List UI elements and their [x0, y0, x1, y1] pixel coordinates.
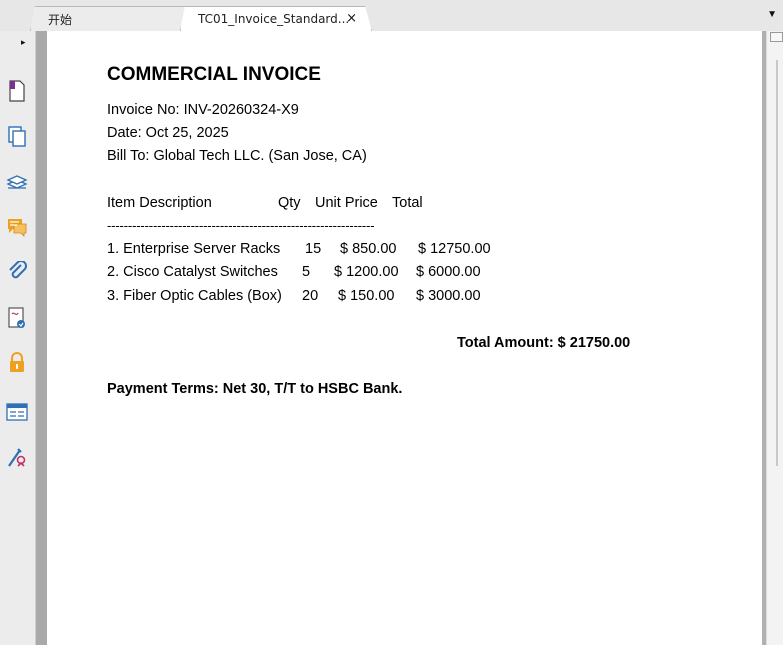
tab-document[interactable]: TC01_Invoice_Standard... × [180, 6, 372, 31]
vertical-scrollbar[interactable] [766, 31, 783, 645]
invoice-number: Invoice No: INV-20260324-X9 [107, 102, 299, 118]
item-unit-price: $ 850.00 [340, 241, 397, 257]
item-qty: 5 [302, 264, 311, 280]
tab-document-label: TC01_Invoice_Standard... [198, 12, 350, 26]
page-icon[interactable] [6, 80, 28, 102]
header-total: Total [392, 195, 423, 211]
attachment-icon[interactable] [6, 261, 28, 283]
left-toolbar: ▸ [0, 31, 38, 645]
item-qty: 15 [305, 241, 322, 257]
pages-icon[interactable] [6, 126, 28, 148]
item-unit-price: $ 150.00 [338, 288, 395, 304]
tab-bar: 开始 TC01_Invoice_Standard... × ▼ [0, 0, 783, 32]
total-amount: Total Amount: $ 21750.00 [457, 335, 631, 351]
tab-home[interactable]: 开始 [30, 6, 190, 31]
item-total: $ 3000.00 [416, 288, 481, 304]
layers-icon[interactable] [6, 171, 28, 193]
item-description: 3. Fiber Optic Cables (Box) [107, 288, 282, 304]
separator-line: ----------------------------------------… [107, 218, 375, 233]
header-description: Item Description [107, 195, 212, 211]
item-unit-price: $ 1200.00 [334, 264, 399, 280]
item-description: 1. Enterprise Server Racks [107, 241, 281, 257]
item-description: 2. Cisco Catalyst Switches [107, 264, 278, 280]
document-frame [36, 31, 47, 645]
close-icon[interactable]: × [346, 11, 357, 26]
header-qty: Qty [278, 195, 301, 211]
tab-list-dropdown-icon[interactable]: ▼ [767, 9, 777, 20]
form-fields-icon[interactable] [6, 401, 28, 423]
expand-panel-icon[interactable]: ▸ [21, 37, 26, 48]
lock-icon[interactable] [6, 351, 28, 373]
comments-icon[interactable] [6, 216, 28, 238]
payment-terms: Payment Terms: Net 30, T/T to HSBC Bank. [107, 381, 403, 397]
signature-icon[interactable] [6, 307, 28, 329]
header-unit-price: Unit Price [315, 195, 378, 211]
bill-to: Bill To: Global Tech LLC. (San Jose, CA) [107, 148, 367, 164]
scroll-up-button[interactable] [770, 32, 783, 42]
item-total: $ 12750.00 [418, 241, 491, 257]
document-page: COMMERCIAL INVOICE Invoice No: INV-20260… [47, 31, 762, 645]
tab-home-label: 开始 [48, 12, 73, 27]
certificate-icon[interactable] [6, 446, 28, 468]
scrollbar-thumb[interactable] [776, 60, 778, 466]
item-total: $ 6000.00 [416, 264, 481, 280]
invoice-title: COMMERCIAL INVOICE [107, 64, 321, 85]
invoice-date: Date: Oct 25, 2025 [107, 125, 229, 141]
item-qty: 20 [302, 288, 319, 304]
